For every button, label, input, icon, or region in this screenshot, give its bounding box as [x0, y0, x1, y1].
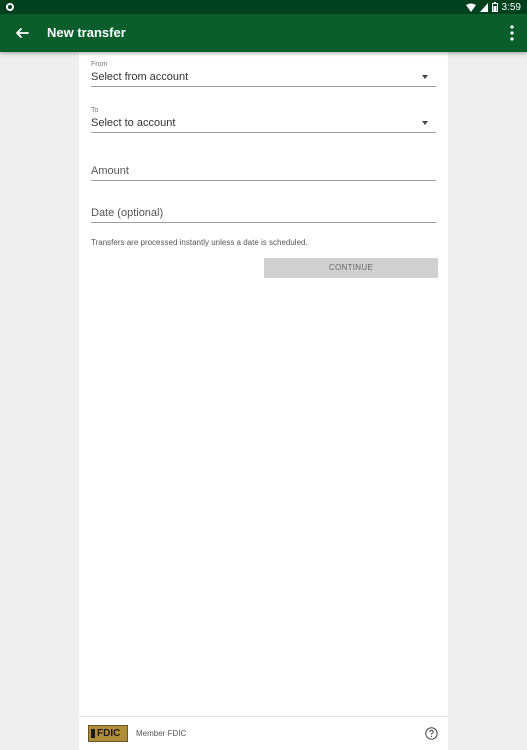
member-fdic-text: Member FDIC [136, 729, 187, 738]
page-title: New transfer [47, 25, 126, 40]
fdic-logo-mark [91, 729, 95, 738]
from-placeholder: Select from account [91, 71, 189, 83]
to-account-select[interactable]: To Select to account [91, 107, 436, 133]
dropdown-arrow-icon [422, 121, 428, 125]
footer: FDIC Member FDIC [79, 716, 448, 750]
dropdown-arrow-icon [422, 75, 428, 79]
help-icon[interactable] [425, 727, 438, 740]
more-vert-icon[interactable] [509, 24, 515, 42]
to-value: Select to account [91, 117, 436, 133]
date-input[interactable]: Date (optional) [91, 207, 436, 223]
from-label: From [91, 61, 108, 68]
to-label: To [91, 107, 99, 114]
transfer-panel: From Select from account To Select to ac… [79, 52, 448, 750]
fdic-logo: FDIC [88, 725, 128, 742]
app-bar: New transfer [0, 14, 527, 52]
notification-icon [6, 3, 14, 11]
fdic-logo-text: FDIC [97, 728, 121, 739]
back-arrow-icon[interactable] [12, 23, 32, 43]
continue-button[interactable]: CONTINUE [264, 258, 438, 278]
from-value: Select from account [91, 71, 436, 87]
battery-icon [491, 2, 498, 12]
status-bar: 3:59 [0, 0, 527, 14]
amount-input[interactable]: Amount [91, 165, 436, 181]
status-icons: 3:59 [465, 0, 521, 14]
transfer-note: Transfers are processed instantly unless… [91, 238, 308, 247]
date-field[interactable]: Date (optional) [91, 207, 436, 223]
signal-icon [479, 2, 488, 12]
from-account-select[interactable]: From Select from account [91, 61, 436, 87]
to-placeholder: Select to account [91, 117, 176, 129]
amount-field[interactable]: Amount [91, 165, 436, 181]
wifi-icon [465, 3, 476, 12]
clock: 3:59 [501, 1, 521, 13]
